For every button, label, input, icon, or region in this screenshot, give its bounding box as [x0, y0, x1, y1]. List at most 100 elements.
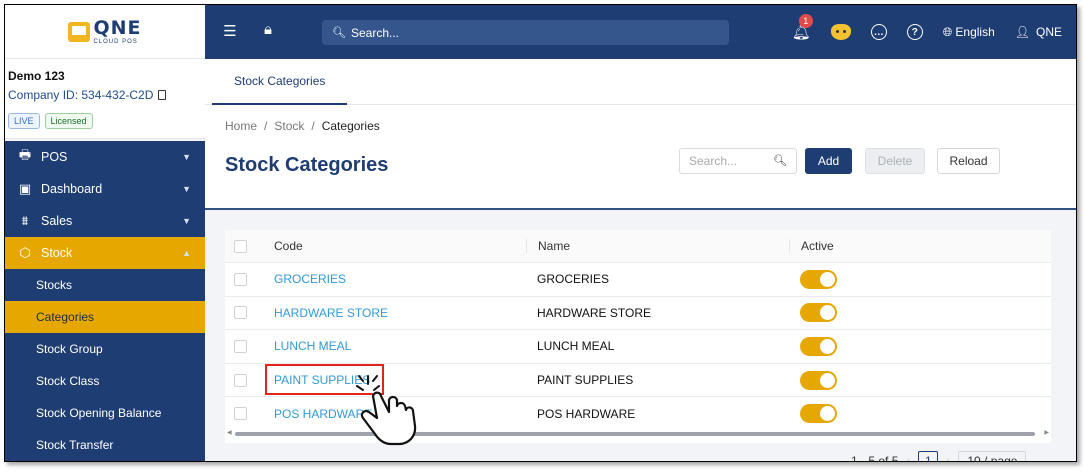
- page-size-select[interactable]: 10 / page: [958, 451, 1027, 461]
- language-label: English: [955, 25, 995, 39]
- scroll-right-icon[interactable]: ▶: [1044, 429, 1049, 436]
- pos-icon: 🖶: [18, 147, 32, 162]
- tab-bar: Stock Categories: [205, 59, 1076, 105]
- select-all-checkbox[interactable]: [234, 239, 247, 253]
- sidebar: QNE CLOUD POS Demo 123 Company ID: 534-4…: [5, 5, 205, 461]
- table-header: Code Name Active: [225, 230, 1051, 263]
- main-content: Stock Categories Home / Stock / Categories S…: [205, 59, 1076, 461]
- logo-subtitle: CLOUD POS: [93, 38, 138, 45]
- global-search-placeholder: Search...: [350, 25, 399, 40]
- add-button[interactable]: Add: [805, 148, 852, 174]
- category-name: PAINT SUPPLIES: [537, 373, 634, 388]
- language-selector[interactable]: 🌐︎ English: [943, 25, 995, 40]
- global-search-input[interactable]: 🔍︎ Search...: [322, 20, 729, 45]
- breadcrumb-home[interactable]: Home: [225, 119, 257, 133]
- table-row: HARDWARE STORE HARDWARE STORE: [225, 297, 1051, 331]
- table-row: GROCERIES GROCERIES: [225, 263, 1051, 297]
- active-toggle[interactable]: [800, 269, 837, 289]
- chevron-up-icon: ▲: [182, 248, 191, 258]
- topbar: ☰ 🔒︎ 🔍︎ Search... 🔔︎ 1 … ? 🌐︎ English 👤︎…: [205, 5, 1076, 59]
- category-name: POS HARDWARE: [537, 406, 636, 421]
- row-checkbox[interactable]: [234, 373, 247, 387]
- sidebar-item-stock[interactable]: ⬡ Stock ▲: [5, 237, 205, 269]
- search-icon: 🔍︎: [332, 27, 346, 39]
- category-name: LUNCH MEAL: [537, 339, 615, 354]
- logo-area: QNE CLOUD POS: [5, 5, 205, 59]
- chevron-down-icon: ▼: [182, 184, 191, 194]
- column-header-code[interactable]: Code: [263, 239, 526, 253]
- next-page-icon[interactable]: ›: [946, 454, 950, 461]
- category-name: GROCERIES: [537, 272, 610, 287]
- horizontal-scrollbar[interactable]: ◀ ▶: [225, 429, 1051, 439]
- sidebar-item-sales[interactable]: ⩩ Sales ▼: [5, 205, 205, 237]
- company-id: Company ID: 534-432-C2D: [8, 88, 154, 102]
- user-name: QNE: [1035, 25, 1062, 39]
- sidebar-subitem-categories[interactable]: Categories: [5, 301, 205, 333]
- row-checkbox[interactable]: [234, 306, 247, 320]
- sales-icon: ⩩: [21, 213, 29, 228]
- user-icon: 👤︎: [1014, 25, 1030, 39]
- sidebar-nav: 🖶 POS ▼ ▣ Dashboard ▼ ⩩ Sales ▼ ⬡ Stock …: [5, 141, 205, 461]
- cart-icon: [68, 21, 91, 42]
- category-code-link[interactable]: GROCERIES: [274, 272, 346, 286]
- logo-name: QNE: [93, 16, 142, 39]
- sidebar-subitem-stock-transfer[interactable]: Stock Transfer: [5, 429, 205, 461]
- category-name: HARDWARE STORE: [537, 305, 652, 320]
- sidebar-item-pos[interactable]: 🖶 POS ▼: [5, 141, 205, 173]
- sidebar-item-label: Dashboard: [41, 182, 103, 196]
- sidebar-item-label: Stock: [41, 246, 73, 260]
- tab-stock-categories[interactable]: Stock Categories: [212, 59, 348, 105]
- chevron-down-icon: ▼: [182, 216, 191, 226]
- cube-icon: ⬡: [19, 245, 31, 260]
- mascot-icon[interactable]: [830, 24, 851, 40]
- reload-button[interactable]: Reload: [937, 148, 1000, 174]
- table-row: POS HARDWARE POS HARDWARE: [225, 397, 1051, 431]
- active-toggle[interactable]: [800, 404, 837, 424]
- sidebar-subitem-stocks[interactable]: Stocks: [5, 269, 205, 301]
- category-code-link[interactable]: LUNCH MEAL: [274, 339, 351, 353]
- categories-table: Code Name Active GROCERIES GROCERIES HAR…: [225, 230, 1051, 443]
- licensed-badge: Licensed: [44, 113, 93, 129]
- prev-page-icon[interactable]: ‹: [906, 454, 910, 461]
- company-name: Demo 123: [8, 69, 65, 83]
- live-badge: LIVE: [8, 113, 40, 129]
- dashboard-icon: ▣: [18, 181, 32, 196]
- scroll-left-icon[interactable]: ◀: [227, 429, 232, 436]
- category-code-link[interactable]: HARDWARE STORE: [274, 306, 388, 320]
- sidebar-subitem-stock-class[interactable]: Stock Class: [5, 365, 205, 397]
- column-header-active[interactable]: Active: [789, 239, 1051, 253]
- search-input[interactable]: Search... 🔍︎: [679, 148, 797, 174]
- delete-button[interactable]: Delete: [865, 148, 925, 174]
- sidebar-item-dashboard[interactable]: ▣ Dashboard ▼: [5, 173, 205, 205]
- bell-icon[interactable]: 🔔︎ 1: [792, 14, 813, 41]
- active-toggle[interactable]: [800, 370, 837, 390]
- column-header-name[interactable]: Name: [526, 239, 789, 253]
- row-checkbox[interactable]: [234, 339, 247, 353]
- company-info: Demo 123 Company ID: 534-432-C2D LIVE Li…: [5, 59, 205, 139]
- qne-logo[interactable]: QNE CLOUD POS: [68, 16, 142, 45]
- pagination: 1 - 5 of 5 ‹ 1 › 10 / page: [851, 451, 1027, 462]
- sidebar-item-label: POS: [41, 150, 68, 164]
- user-menu[interactable]: 👤︎ QNE: [1015, 25, 1062, 39]
- breadcrumb-current: Categories: [321, 119, 380, 133]
- lock-icon[interactable]: 🔒︎: [259, 21, 277, 38]
- row-checkbox[interactable]: [234, 407, 247, 421]
- globe-icon: 🌐︎: [942, 24, 953, 39]
- search-icon: 🔍︎: [773, 155, 787, 167]
- table-row: LUNCH MEAL LUNCH MEAL: [225, 330, 1051, 364]
- sidebar-subitem-stock-group[interactable]: Stock Group: [5, 333, 205, 365]
- active-toggle[interactable]: [800, 336, 837, 356]
- sidebar-subitem-stock-opening-balance[interactable]: Stock Opening Balance: [5, 397, 205, 429]
- breadcrumb-stock[interactable]: Stock: [274, 119, 304, 133]
- active-toggle[interactable]: [800, 303, 837, 323]
- page-number[interactable]: 1: [918, 451, 939, 461]
- chat-icon[interactable]: …: [870, 24, 887, 40]
- copy-icon[interactable]: [158, 90, 167, 100]
- pointer-hand-icon: [356, 375, 417, 446]
- notification-count: 1: [798, 14, 813, 28]
- sidebar-item-label: Sales: [41, 214, 73, 228]
- menu-collapse-icon[interactable]: ☰: [221, 22, 239, 40]
- row-checkbox[interactable]: [234, 272, 247, 286]
- pagination-range: 1 - 5 of 5: [851, 454, 899, 462]
- help-icon[interactable]: ?: [906, 24, 923, 40]
